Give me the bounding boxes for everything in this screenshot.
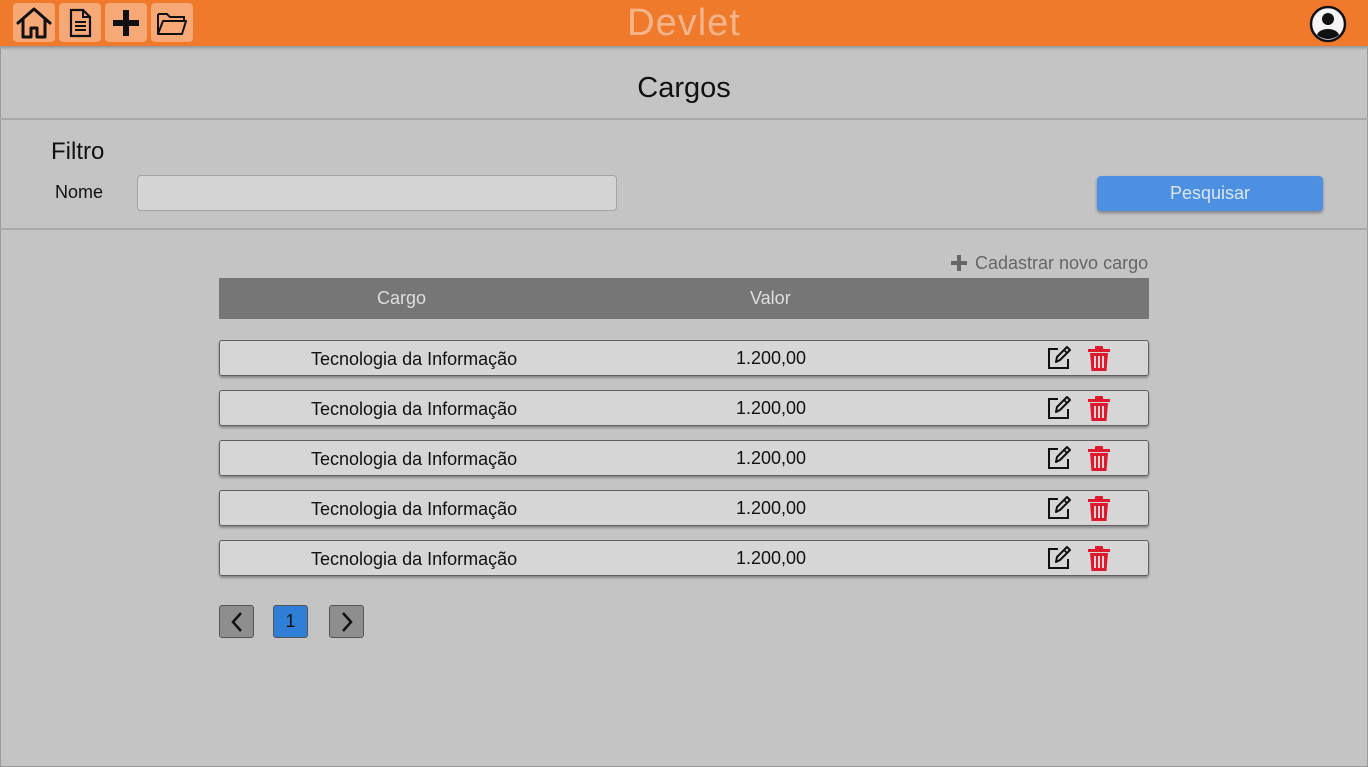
- search-button[interactable]: Pesquisar: [1097, 176, 1323, 211]
- table-row: Tecnologia da Informação 1.200,00: [219, 390, 1149, 426]
- chevron-right-icon: [341, 611, 353, 632]
- cell-valor: 1.200,00: [736, 548, 807, 568]
- filter-title: Filtro: [51, 138, 105, 165]
- chevron-left-icon: [230, 611, 242, 632]
- cell-cargo: Tecnologia da Informação: [311, 499, 518, 519]
- cell-valor: 1.200,00: [736, 498, 807, 518]
- trash-icon[interactable]: [1087, 395, 1111, 422]
- edit-icon[interactable]: [1046, 495, 1072, 521]
- column-header-cargo: Cargo: [377, 288, 427, 308]
- name-label: Nome: [55, 182, 104, 202]
- cell-valor: 1.200,00: [736, 348, 807, 368]
- trash-icon[interactable]: [1087, 545, 1111, 572]
- brand-title: Devlet: [627, 2, 741, 44]
- trash-icon[interactable]: [1087, 495, 1111, 522]
- trash-icon[interactable]: [1087, 345, 1111, 372]
- table-row: Tecnologia da Informação 1.200,00: [219, 490, 1149, 526]
- add-cargo-link[interactable]: Cadastrar novo cargo: [951, 252, 1148, 274]
- table-row: Tecnologia da Informação 1.200,00: [219, 440, 1149, 476]
- cell-valor: 1.200,00: [736, 448, 807, 468]
- next-page-button[interactable]: [329, 605, 364, 638]
- cell-cargo: Tecnologia da Informação: [311, 349, 518, 369]
- edit-icon[interactable]: [1046, 445, 1072, 471]
- trash-icon[interactable]: [1087, 445, 1111, 472]
- table-row: Tecnologia da Informação 1.200,00: [219, 540, 1149, 576]
- cell-cargo: Tecnologia da Informação: [311, 399, 518, 419]
- edit-icon[interactable]: [1046, 345, 1072, 371]
- page-number-button[interactable]: 1: [273, 605, 308, 638]
- divider: [0, 118, 1368, 120]
- cell-cargo: Tecnologia da Informação: [311, 449, 518, 469]
- add-cargo-label: Cadastrar novo cargo: [975, 252, 1149, 273]
- edit-icon[interactable]: [1046, 395, 1072, 421]
- divider: [0, 228, 1368, 230]
- column-header-valor: Valor: [750, 288, 791, 308]
- page-title: Cargos: [637, 72, 731, 104]
- user-circle-icon[interactable]: [1309, 5, 1347, 43]
- cell-cargo: Tecnologia da Informação: [311, 549, 518, 569]
- cell-valor: 1.200,00: [736, 398, 807, 418]
- prev-page-button[interactable]: [219, 605, 254, 638]
- table-row: Tecnologia da Informação 1.200,00: [219, 340, 1149, 376]
- plus-icon: [951, 255, 967, 271]
- edit-icon[interactable]: [1046, 545, 1072, 571]
- top-bar: Devlet: [0, 0, 1368, 46]
- table-header: Cargo Valor: [219, 278, 1149, 319]
- name-input[interactable]: [137, 175, 617, 211]
